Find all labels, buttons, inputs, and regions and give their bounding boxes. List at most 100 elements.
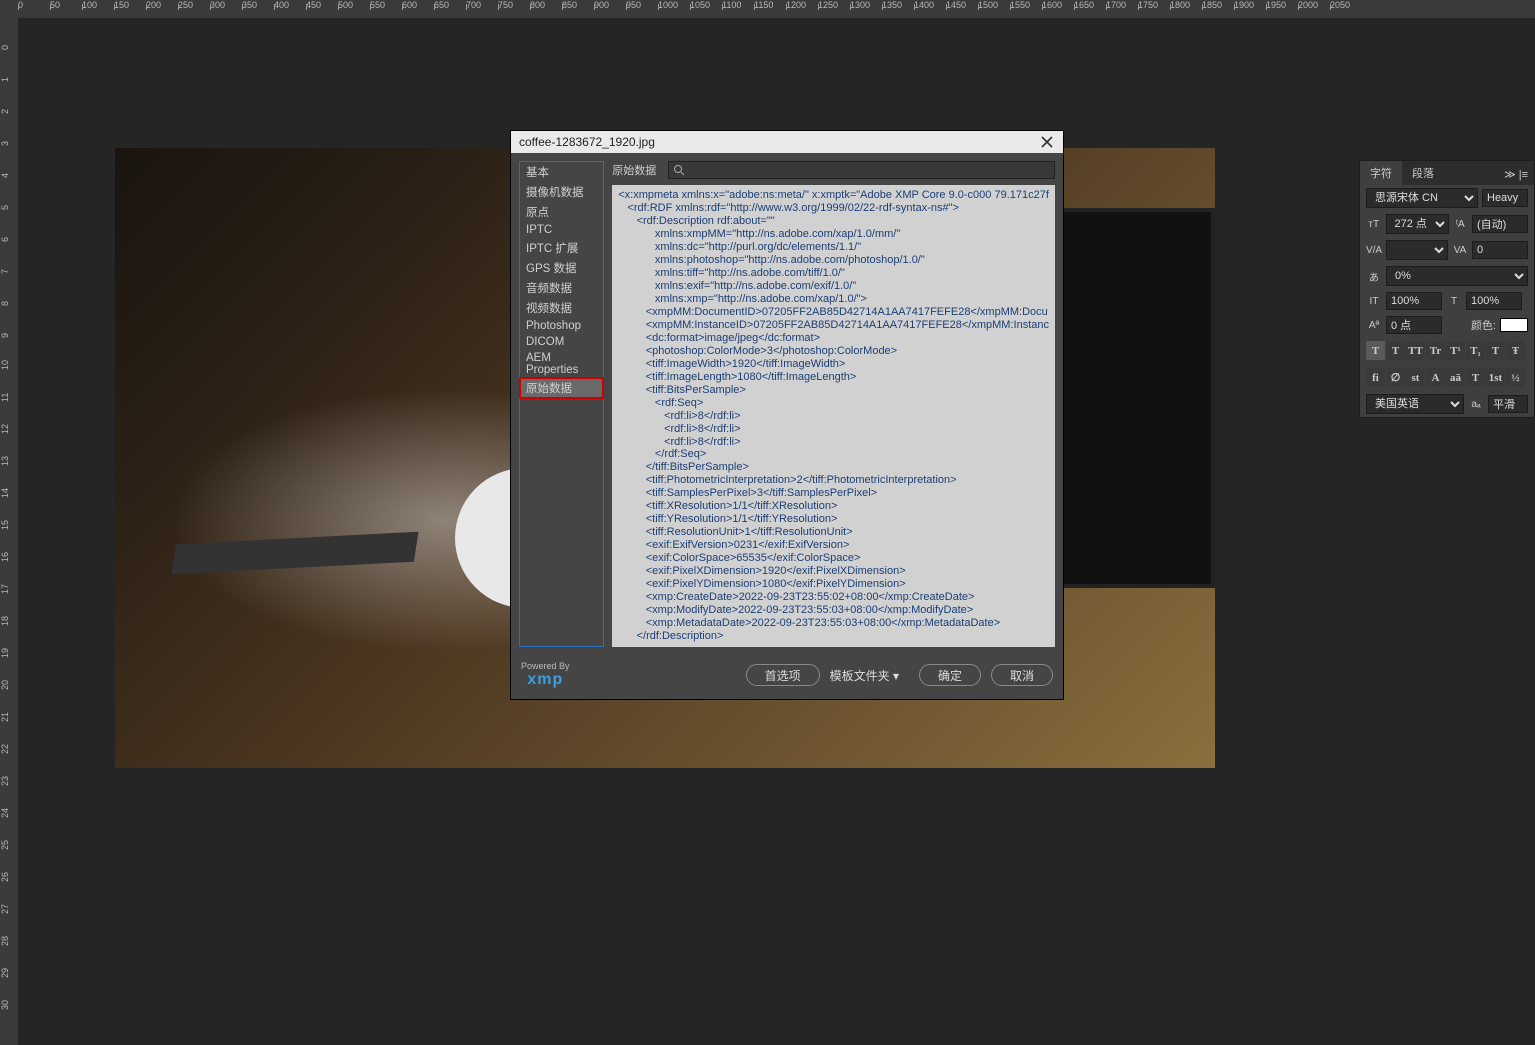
panel-menu-icon[interactable]: ≫ |≡ bbox=[1498, 164, 1534, 185]
category-item[interactable]: 基本 bbox=[520, 162, 603, 182]
kerning-select[interactable] bbox=[1386, 240, 1448, 260]
type-style-button[interactable]: Ŧ bbox=[1506, 341, 1525, 360]
category-item[interactable]: AEM Properties bbox=[520, 350, 603, 378]
category-item[interactable]: GPS 数据 bbox=[520, 258, 603, 278]
category-item[interactable]: 视频数据 bbox=[520, 298, 603, 318]
search-icon bbox=[673, 164, 685, 176]
ruler-tick: 0 bbox=[18, 0, 50, 10]
ruler-tick: 0 bbox=[0, 18, 10, 50]
tab-character[interactable]: 字符 bbox=[1360, 161, 1402, 185]
baseline-shift-input[interactable] bbox=[1386, 316, 1442, 334]
type-style-button[interactable]: T¹ bbox=[1446, 341, 1465, 360]
ruler-tick: 1650 bbox=[1074, 0, 1106, 10]
horizontal-scale-input[interactable] bbox=[1466, 292, 1522, 310]
type-style-row: TTTTTrT¹T₁TŦ bbox=[1360, 337, 1534, 364]
ruler-tick: 25 bbox=[0, 818, 10, 850]
ruler-tick: 300 bbox=[210, 0, 242, 10]
ruler-tick: 1 bbox=[0, 50, 10, 82]
ruler-horizontal[interactable]: 0501001502002503003504004505005506006507… bbox=[18, 0, 1535, 18]
xmp-branding: Powered By xmp bbox=[521, 661, 570, 689]
category-item[interactable]: 原点 bbox=[520, 202, 603, 222]
ruler-tick: 400 bbox=[274, 0, 306, 10]
tracking-icon: VA bbox=[1452, 243, 1468, 257]
opentype-row: fi∅stAaāT1st½ bbox=[1360, 364, 1534, 391]
ruler-origin[interactable] bbox=[0, 0, 18, 18]
type-style-button[interactable]: T bbox=[1386, 341, 1405, 360]
type-style-button[interactable]: TT bbox=[1406, 341, 1425, 360]
tracking-input[interactable] bbox=[1472, 241, 1528, 259]
ruler-tick: 30 bbox=[0, 978, 10, 1010]
dialog-titlebar[interactable]: coffee-1283672_1920.jpg bbox=[511, 131, 1063, 153]
type-style-button[interactable]: T bbox=[1366, 341, 1385, 360]
ruler-tick: 23 bbox=[0, 754, 10, 786]
ruler-tick: 750 bbox=[498, 0, 530, 10]
ruler-tick: 1300 bbox=[850, 0, 882, 10]
ruler-tick: 5 bbox=[0, 178, 10, 210]
ok-button[interactable]: 确定 bbox=[919, 664, 981, 686]
search-input[interactable] bbox=[689, 164, 1050, 176]
ruler-tick: 1200 bbox=[786, 0, 818, 10]
preferences-button[interactable]: 首选项 bbox=[746, 664, 820, 686]
ruler-tick: 13 bbox=[0, 434, 10, 466]
ruler-tick: 800 bbox=[530, 0, 562, 10]
ruler-tick: 850 bbox=[562, 0, 594, 10]
scale-select[interactable]: 0% bbox=[1386, 266, 1528, 286]
opentype-button[interactable]: st bbox=[1406, 368, 1425, 387]
antialias-select[interactable] bbox=[1488, 395, 1528, 413]
type-style-button[interactable]: T bbox=[1486, 341, 1505, 360]
ruler-tick: 9 bbox=[0, 306, 10, 338]
leading-input[interactable] bbox=[1472, 215, 1528, 233]
vscale-icon: IT bbox=[1366, 294, 1382, 308]
category-item[interactable]: 原始数据 bbox=[520, 378, 603, 398]
templates-dropdown[interactable]: 模板文件夹 ▾ bbox=[830, 667, 899, 684]
category-item[interactable]: DICOM bbox=[520, 334, 603, 350]
ruler-tick: 1900 bbox=[1234, 0, 1266, 10]
font-style-input[interactable] bbox=[1482, 189, 1528, 207]
type-style-button[interactable]: Tr bbox=[1426, 341, 1445, 360]
ruler-tick: 1800 bbox=[1170, 0, 1202, 10]
font-family-select[interactable]: 思源宋体 CN bbox=[1366, 188, 1478, 208]
text-color-swatch[interactable] bbox=[1500, 318, 1528, 332]
raw-xml-text[interactable]: <x:xmpmeta xmlns:x="adobe:ns:meta/" x:xm… bbox=[612, 185, 1055, 647]
tab-paragraph[interactable]: 段落 bbox=[1402, 161, 1444, 185]
ruler-tick: 1400 bbox=[914, 0, 946, 10]
category-item[interactable]: 音频数据 bbox=[520, 278, 603, 298]
hscale-icon: T bbox=[1446, 294, 1462, 308]
ruler-tick: 600 bbox=[402, 0, 434, 10]
opentype-button[interactable]: aā bbox=[1446, 368, 1465, 387]
ruler-tick: 100 bbox=[82, 0, 114, 10]
raw-data-label: 原始数据 bbox=[612, 162, 656, 178]
ruler-tick: 50 bbox=[50, 0, 82, 10]
opentype-button[interactable]: A bbox=[1426, 368, 1445, 387]
kerning-icon: V/A bbox=[1366, 243, 1382, 257]
cancel-button[interactable]: 取消 bbox=[991, 664, 1053, 686]
ruler-tick: 150 bbox=[114, 0, 146, 10]
ruler-tick: 700 bbox=[466, 0, 498, 10]
opentype-button[interactable]: ½ bbox=[1506, 368, 1525, 387]
category-item[interactable]: IPTC bbox=[520, 222, 603, 238]
opentype-button[interactable]: T bbox=[1466, 368, 1485, 387]
ruler-tick: 27 bbox=[0, 882, 10, 914]
ruler-tick: 1850 bbox=[1202, 0, 1234, 10]
opentype-button[interactable]: 1st bbox=[1486, 368, 1505, 387]
close-icon[interactable] bbox=[1039, 134, 1055, 150]
ruler-tick: 4 bbox=[0, 146, 10, 178]
ruler-tick: 22 bbox=[0, 722, 10, 754]
vertical-scale-input[interactable] bbox=[1386, 292, 1442, 310]
ruler-tick: 28 bbox=[0, 914, 10, 946]
metadata-search[interactable] bbox=[668, 161, 1055, 179]
opentype-button[interactable]: fi bbox=[1366, 368, 1385, 387]
category-item[interactable]: Photoshop bbox=[520, 318, 603, 334]
ruler-tick: 10 bbox=[0, 338, 10, 370]
ruler-tick: 900 bbox=[594, 0, 626, 10]
category-item[interactable]: IPTC 扩展 bbox=[520, 238, 603, 258]
ruler-tick: 1700 bbox=[1106, 0, 1138, 10]
opentype-button[interactable]: ∅ bbox=[1386, 368, 1405, 387]
category-item[interactable]: 摄像机数据 bbox=[520, 182, 603, 202]
type-style-button[interactable]: T₁ bbox=[1466, 341, 1485, 360]
font-size-select[interactable]: 272 点 bbox=[1386, 214, 1449, 234]
ruler-tick: 1950 bbox=[1266, 0, 1298, 10]
category-list: 基本摄像机数据原点IPTCIPTC 扩展GPS 数据音频数据视频数据Photos… bbox=[519, 161, 604, 647]
ruler-vertical[interactable]: 0123456789101112131415161718192021222324… bbox=[0, 18, 18, 1045]
language-select[interactable]: 美国英语 bbox=[1366, 394, 1464, 414]
